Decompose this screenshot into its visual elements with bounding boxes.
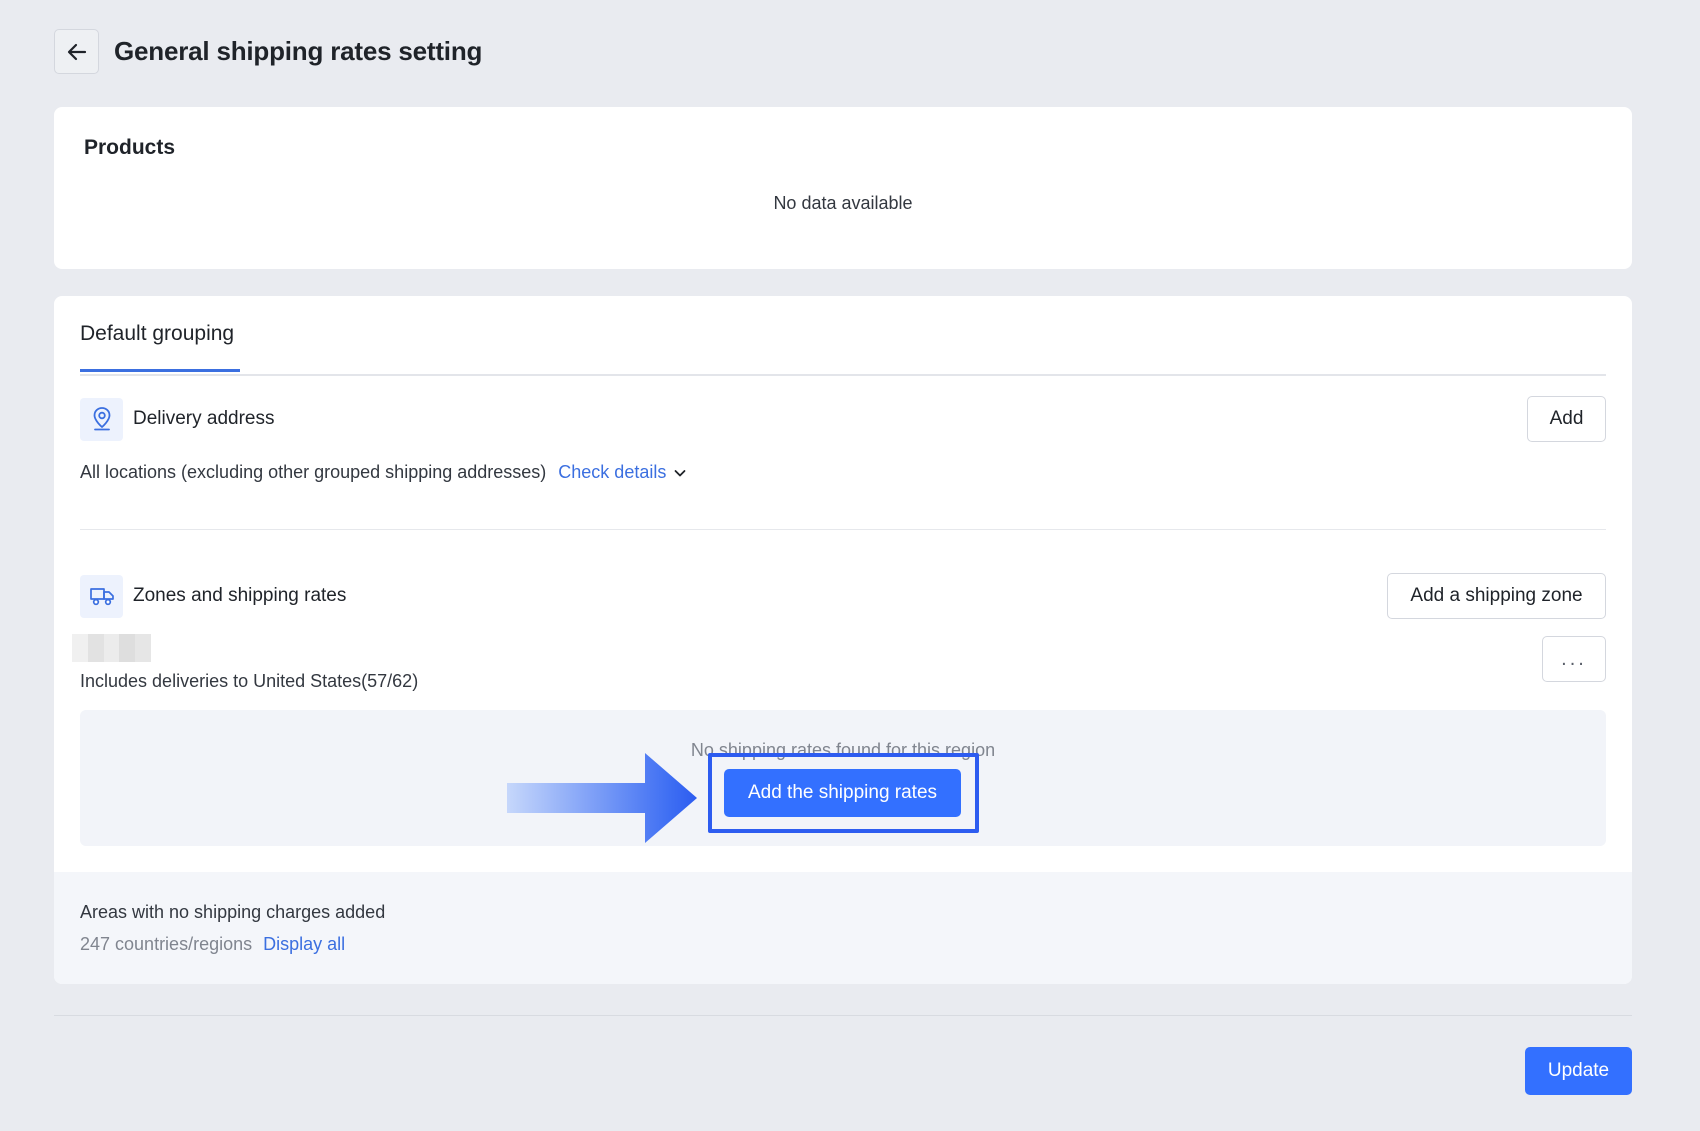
add-shipping-rates-button[interactable]: Add the shipping rates [724,769,961,817]
footer-divider [54,1015,1632,1016]
areas-title: Areas with no shipping charges added [80,902,386,922]
products-card: Products No data available [54,107,1632,269]
chevron-down-icon [674,469,686,476]
more-options-button[interactable]: ... [1542,636,1606,682]
grouping-tabs: Default grouping [80,296,1606,376]
check-details-label: Check details [558,462,667,482]
zones-row: Zones and shipping rates Add a shipping … [80,573,1606,619]
tab-default-grouping[interactable]: Default grouping [80,322,240,372]
truck-icon [80,574,123,618]
page-header: General shipping rates setting [54,28,482,75]
products-empty-text: No data available [773,193,913,213]
page-title: General shipping rates setting [114,36,483,66]
shipping-rates-panel: No shipping rates found for this region … [80,710,1606,846]
areas-line: 247 countries/regions Display all [80,934,345,955]
delivery-address-row: Delivery address Add [80,396,1606,442]
locations-text: All locations (excluding other grouped s… [80,462,547,482]
update-button[interactable]: Update [1525,1047,1632,1095]
zones-label: Zones and shipping rates [133,585,347,606]
zone-name-redacted [72,634,151,662]
add-delivery-address-button[interactable]: Add [1527,396,1606,442]
back-button[interactable] [54,29,99,74]
locations-line: All locations (excluding other grouped s… [80,462,688,483]
arrow-left-icon [67,43,86,60]
display-all-link[interactable]: Display all [263,934,345,955]
default-grouping-card: Default grouping Delivery address Add Al… [54,296,1632,984]
section-divider [80,529,1606,530]
products-title: Products [84,136,176,159]
unassigned-areas-section: Areas with no shipping charges added 247… [54,872,1632,984]
areas-count: 247 countries/regions [80,934,253,954]
zone-description: Includes deliveries to United States(57/… [80,671,419,691]
location-pin-icon [80,397,123,441]
check-details-link[interactable]: Check details [558,462,688,483]
delivery-address-label: Delivery address [133,408,275,429]
arrow-right-icon [507,753,697,843]
add-shipping-zone-button[interactable]: Add a shipping zone [1387,573,1606,619]
